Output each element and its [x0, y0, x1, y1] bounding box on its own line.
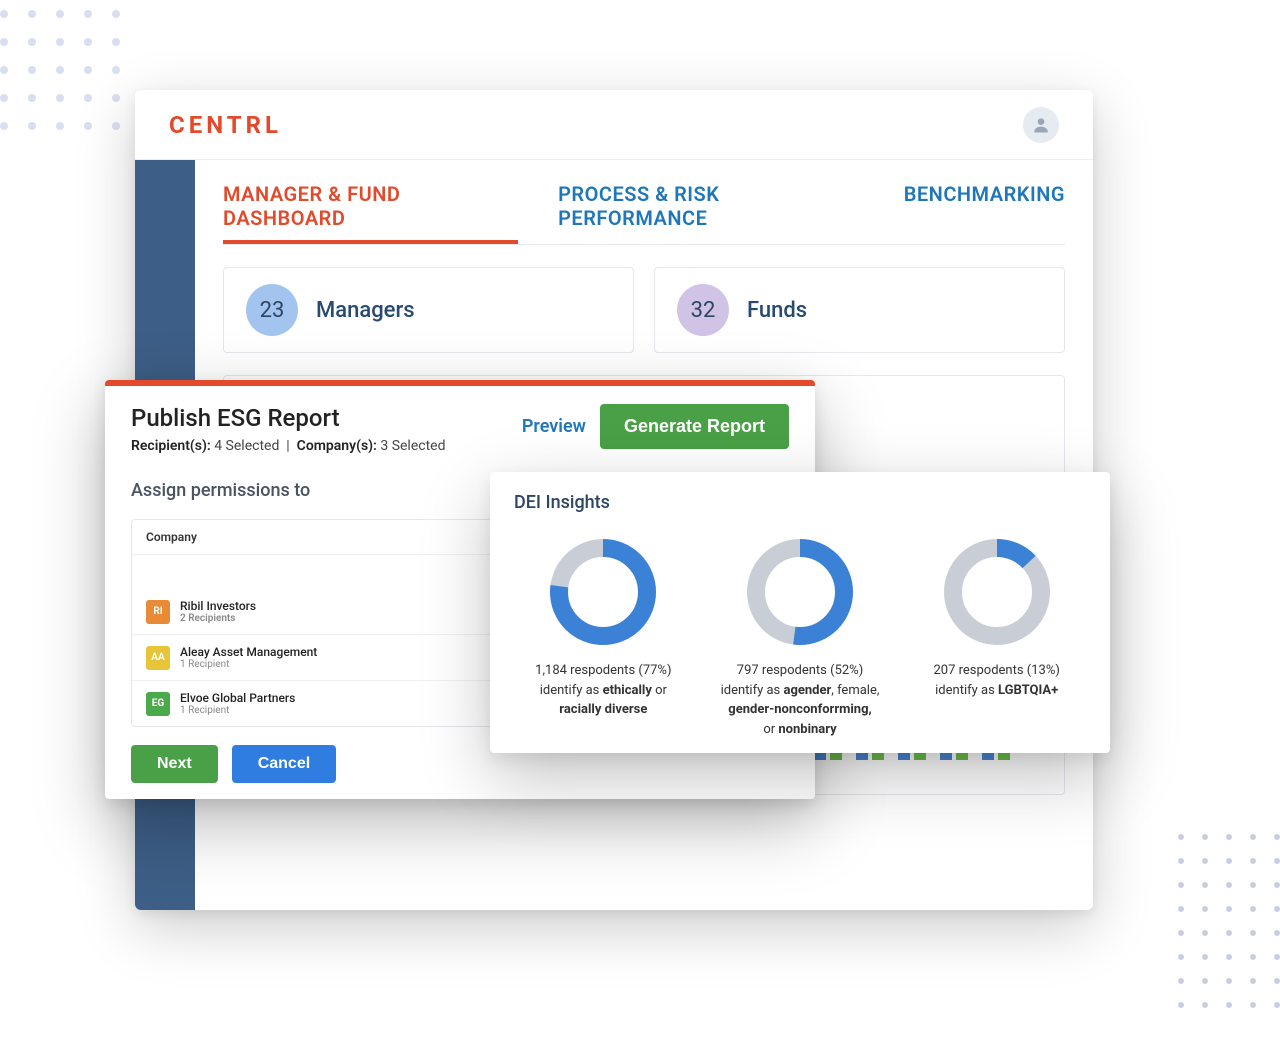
- company-name: Elvoe Global Partners: [180, 691, 295, 705]
- esg-modal-subheader: Recipient(s): 4 Selected | Company(s): 3…: [131, 438, 446, 454]
- stat-badge-managers: 23: [246, 284, 298, 336]
- dei-item: 207 respodents (13%)identify as LGBTQIA+: [907, 537, 1086, 739]
- company-sub: 2 Recipients: [180, 613, 256, 624]
- stat-label-managers: Managers: [316, 298, 415, 323]
- stat-badge-funds: 32: [677, 284, 729, 336]
- dei-insights-card: DEI Insights 1,184 respodents (77%)ident…: [490, 472, 1110, 753]
- esg-modal-title: Publish ESG Report: [131, 404, 446, 432]
- dei-item: 797 respodents (52%)identify as agender,…: [711, 537, 890, 739]
- company-badge: EG: [146, 692, 170, 716]
- donut-chart: [942, 537, 1052, 647]
- donut-chart: [548, 537, 658, 647]
- company-badge: AA: [146, 646, 170, 670]
- dei-caption: 207 respodents (13%)identify as LGBTQIA+: [907, 661, 1086, 700]
- cancel-button[interactable]: Cancel: [232, 745, 336, 783]
- tab-process-risk-performance[interactable]: PROCESS & RISK PERFORMANCE: [558, 182, 864, 244]
- preview-link[interactable]: Preview: [522, 416, 586, 437]
- stat-label-funds: Funds: [747, 298, 807, 323]
- company-sub: 1 Recipient: [180, 705, 295, 716]
- company-badge: RI: [146, 600, 170, 624]
- generate-report-button[interactable]: Generate Report: [600, 404, 789, 449]
- brand-logo: CENTRL: [169, 111, 282, 139]
- avatar[interactable]: [1023, 107, 1059, 143]
- tab-manager-fund-dashboard[interactable]: MANAGER & FUND DASHBOARD: [223, 182, 518, 244]
- company-sub: 1 Recipient: [180, 659, 317, 670]
- next-button[interactable]: Next: [131, 745, 218, 783]
- company-name: Aleay Asset Management: [180, 645, 317, 659]
- dei-caption: 797 respodents (52%)identify as agender,…: [711, 661, 890, 739]
- company-name: Ribil Investors: [180, 599, 256, 613]
- stat-card-managers[interactable]: 23 Managers: [223, 267, 634, 353]
- app-header: CENTRL: [135, 90, 1093, 160]
- dei-item: 1,184 respodents (77%)identify as ethica…: [514, 537, 693, 739]
- donut-chart: [745, 537, 855, 647]
- tab-bar: MANAGER & FUND DASHBOARD PROCESS & RISK …: [223, 182, 1065, 245]
- decorative-dots-top-left: [0, 10, 120, 130]
- dei-title: DEI Insights: [514, 492, 1086, 513]
- user-icon: [1031, 115, 1051, 135]
- dei-caption: 1,184 respodents (77%)identify as ethica…: [514, 661, 693, 720]
- stat-card-funds[interactable]: 32 Funds: [654, 267, 1065, 353]
- decorative-dots-bottom-right: [1178, 834, 1280, 1008]
- tab-benchmarking[interactable]: BENCHMARKING: [904, 182, 1065, 244]
